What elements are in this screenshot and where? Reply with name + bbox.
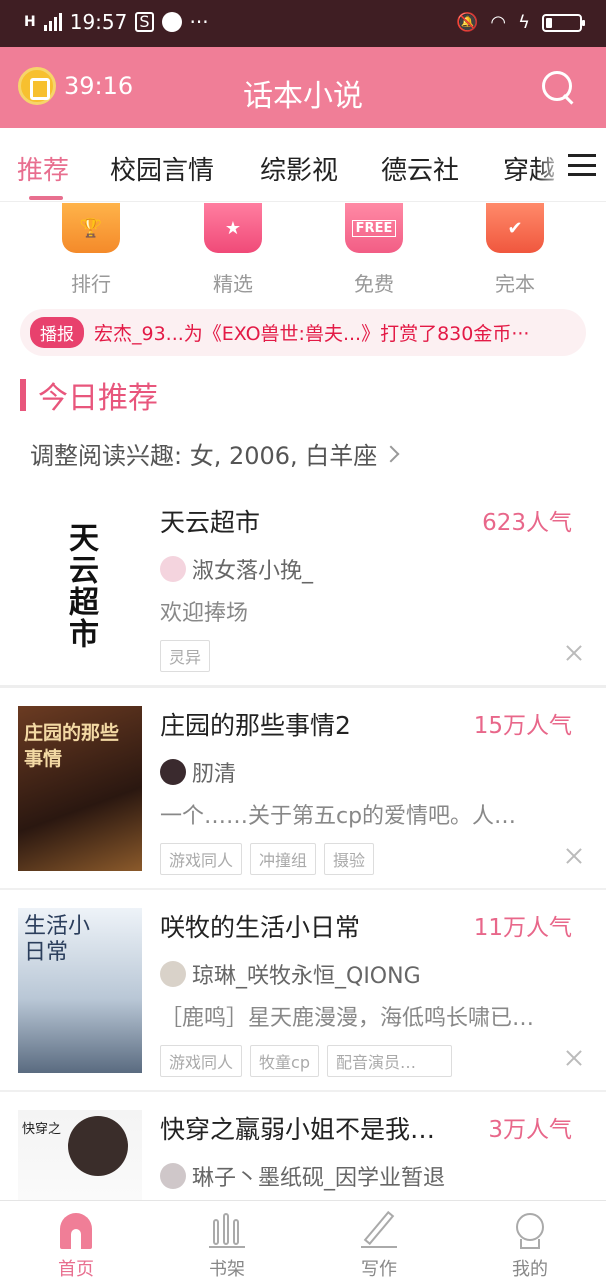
category-shortcuts: 🏆 排行 ★ 精选 FREE 免费 ✔ 完本 [0,203,606,298]
completed-shortcut[interactable]: ✔ 完本 [465,203,565,297]
home-icon [58,1211,94,1249]
nav-bookshelf-label: 书架 [209,1259,245,1280]
nav-home[interactable]: 首页 [31,1211,121,1280]
book-card[interactable]: 快穿之 快穿之羸弱小姐不是我… 3万人气 琳子丶墨纸砚_因学业暂退 [0,1092,606,1200]
book-tags: 游戏同人 冲撞组 摄验 [160,843,375,875]
active-tab-indicator [29,196,63,200]
close-icon[interactable] [566,1050,582,1066]
book-author: 琳子丶墨纸砚_因学业暂退 [160,1160,445,1192]
tab-film-tv[interactable]: 综影视 [260,150,338,187]
interest-text: 调整阅读兴趣: 女, 2006, 白羊座 [30,442,378,470]
clock-time: 19:57 [69,10,128,34]
trophy-icon: 🏆 [62,203,120,253]
tab-recommend[interactable]: 推荐 [17,150,69,187]
ranking-shortcut[interactable]: 🏆 排行 [41,203,141,297]
broadcast-badge: 播报 [30,317,84,348]
nav-bookshelf[interactable]: 书架 [182,1211,272,1280]
book-cover: 快穿之 [18,1110,142,1200]
signal-icon [43,13,62,31]
nav-write[interactable]: 写作 [334,1210,424,1280]
book-description: ［鹿鸣］星天鹿漫漫，海低鸣长啸已… [160,1006,535,1031]
tag[interactable]: 配音演员… [326,1045,452,1077]
ranking-label: 排行 [71,272,111,296]
app-title: 话本小说 [243,79,363,114]
star-icon: ★ [204,203,262,253]
silent-icon: 🔕 [455,12,479,33]
broadcast-banner[interactable]: 播报 宏杰_93...为《EXO兽世:兽夫...》打赏了830金币··· [20,309,586,356]
book-description: 一个……关于第五cp的爱情吧。人… [160,804,517,829]
author-avatar [160,961,186,987]
tag[interactable]: 冲撞组 [250,843,317,875]
close-icon[interactable] [566,645,582,661]
bookshelf-icon [209,1211,245,1249]
nav-profile[interactable]: 我的 [485,1211,575,1280]
book-author: 琼琳_咲牧永恒_QIONG [160,958,421,990]
book-popularity: 623人气 [482,510,572,536]
section-title: 今日推荐 [38,381,158,416]
book-title: 快穿之羸弱小姐不是我… [160,1115,436,1144]
book-popularity: 15万人气 [473,713,572,739]
bottom-navigation: 首页 书架 写作 我的 [0,1200,606,1280]
nav-home-label: 首页 [58,1259,94,1280]
book-cover: 庄园的那些事情 [18,706,142,871]
check-icon: ✔ [486,203,544,253]
section-header: 今日推荐 [20,375,158,416]
wifi-icon: ◠ [490,12,507,33]
book-title: 天云超市 [160,508,261,537]
tag[interactable]: 灵异 [160,640,211,672]
tag[interactable]: 牧童cp [250,1045,319,1077]
app-bar: 39:16 话本小说 [0,47,606,128]
book-author: 淑女落小挽_ [160,553,313,585]
tab-deyunshe[interactable]: 德云社 [381,150,459,187]
author-avatar [160,759,186,785]
signal-label: H [24,14,36,30]
tag[interactable]: 游戏同人 [160,843,243,875]
menu-icon[interactable] [568,154,596,176]
search-icon[interactable] [540,69,576,105]
close-icon[interactable] [566,848,582,864]
adjust-interest-link[interactable]: 调整阅读兴趣: 女, 2006, 白羊座 [30,436,400,471]
book-cover: 天云超市 [18,503,142,668]
book-tags: 游戏同人 牧童cp 配音演员… [160,1045,452,1077]
category-tabs: 推荐 校园言情 综影视 德云社 穿越 [0,128,606,202]
book-author: 肕清 [160,756,236,788]
tab-campus-romance[interactable]: 校园言情 [110,150,214,187]
book-popularity: 11万人气 [473,915,572,941]
book-tags: 灵异 [160,640,211,672]
book-title: 庄园的那些事情2 [160,711,351,740]
more-notifications: ··· [189,10,209,34]
featured-label: 精选 [213,272,253,296]
author-avatar [160,1163,186,1189]
charging-icon: ϟ [518,12,530,33]
featured-shortcut[interactable]: ★ 精选 [183,203,283,297]
book-card[interactable]: 天云超市 天云超市 623人气 淑女落小挽_ 欢迎捧场 灵异 [0,485,606,685]
free-shortcut[interactable]: FREE 免费 [324,203,424,297]
book-card[interactable]: 生活小日常 咲牧的生活小日常 11万人气 琼琳_咲牧永恒_QIONG ［鹿鸣］星… [0,890,606,1090]
status-bar: H 19:57 S ··· 🔕 ◠ ϟ [0,0,606,47]
book-description: 欢迎捧场 [160,601,249,626]
free-icon: FREE [345,203,403,253]
broadcast-text: 宏杰_93...为《EXO兽世:兽夫...》打赏了830金币··· [94,323,530,345]
battery-icon [542,13,585,32]
nav-write-label: 写作 [361,1259,397,1280]
author-avatar [160,556,186,582]
completed-label: 完本 [495,272,535,296]
book-card[interactable]: 庄园的那些事情 庄园的那些事情2 15万人气 肕清 一个……关于第五cp的爱情吧… [0,688,606,888]
book-title: 咲牧的生活小日常 [160,913,361,942]
nav-profile-label: 我的 [512,1259,548,1280]
chevron-right-icon [382,445,400,462]
book-popularity: 3万人气 [488,1117,572,1143]
tag[interactable]: 摄验 [324,843,375,875]
free-label: 免费 [354,272,394,296]
tag[interactable]: 游戏同人 [160,1045,243,1077]
app-notification-icon [161,12,182,32]
notification-icon: S [135,12,154,32]
profile-icon [512,1211,548,1249]
pen-icon [361,1210,397,1249]
book-cover: 生活小日常 [18,908,142,1073]
